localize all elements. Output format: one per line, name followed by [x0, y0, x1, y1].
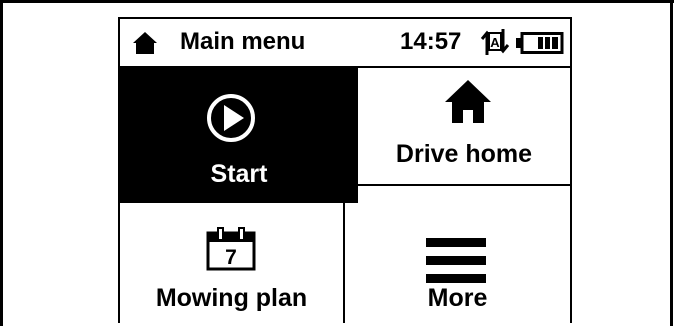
- drive-home-label: Drive home: [395, 140, 533, 168]
- battery-icon: [516, 32, 564, 54]
- device-screen: Main menu 14:57 A Start Drive home 7 Mow…: [118, 17, 572, 323]
- more-label: More: [427, 284, 488, 312]
- play-icon: [207, 94, 255, 142]
- frame-border-right: [670, 0, 673, 326]
- auto-mode-letter: A: [490, 35, 500, 50]
- mowing-plan-label: Mowing plan: [155, 284, 308, 312]
- more-button[interactable]: More: [345, 186, 570, 323]
- mowing-plan-button[interactable]: 7 Mowing plan: [120, 203, 345, 323]
- page-title: Main menu: [180, 28, 306, 55]
- drive-home-button[interactable]: Drive home: [358, 68, 570, 186]
- status-bar: Main menu 14:57 A: [120, 19, 570, 68]
- home-icon: [133, 32, 157, 54]
- calendar-icon: 7: [206, 227, 256, 271]
- clock-time: 14:57: [400, 28, 462, 55]
- start-label: Start: [210, 160, 268, 188]
- calendar-day: 7: [225, 246, 237, 269]
- frame-border-left: [0, 0, 3, 326]
- auto-mode-icon: A: [480, 29, 510, 55]
- menu-icon: [426, 238, 486, 283]
- frame-border-top: [0, 0, 674, 3]
- start-button[interactable]: Start: [120, 68, 358, 203]
- house-icon: [445, 80, 491, 123]
